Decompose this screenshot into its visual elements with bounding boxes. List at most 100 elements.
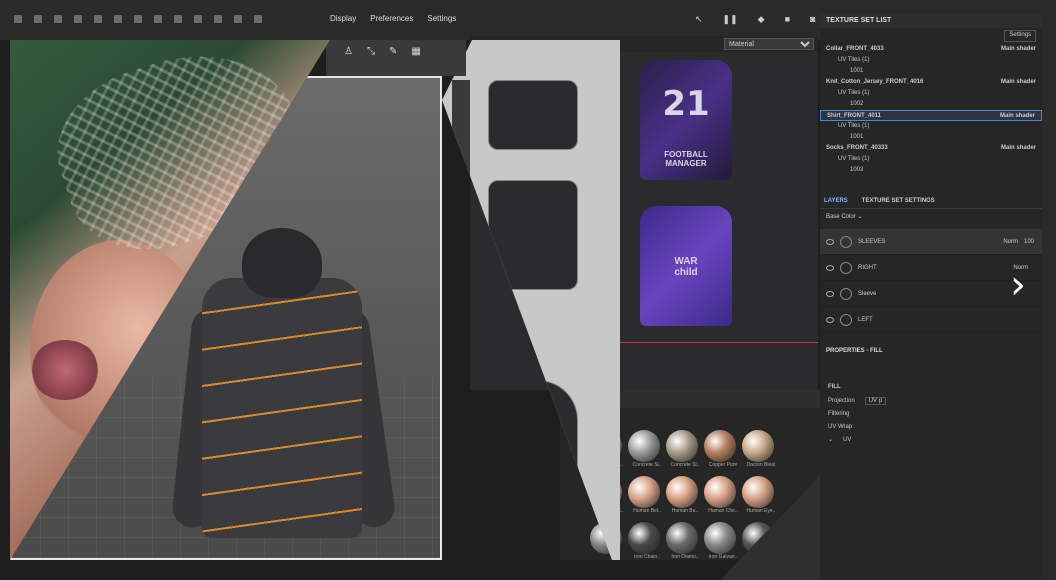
material-swatch[interactable]: Iron Chain.. (628, 522, 666, 562)
material-swatch[interactable]: Concrete Si.. (666, 430, 704, 470)
material-ball (666, 476, 698, 508)
right-icon-strip (1042, 14, 1056, 580)
eye-icon[interactable] (826, 290, 834, 297)
align-icon[interactable] (34, 15, 42, 23)
grid-icon[interactable]: ▦ (411, 46, 420, 70)
tab-layers[interactable]: LAYERS (824, 198, 848, 204)
menu-preferences[interactable]: Preferences (370, 14, 413, 23)
avatar-icon[interactable]: ♙ (344, 46, 353, 70)
eye-icon[interactable] (826, 264, 834, 271)
pin-icon[interactable]: ✎ (389, 46, 397, 70)
pattern-toolbar (452, 80, 470, 560)
texture-set-row[interactable]: 1003 (820, 165, 1042, 176)
align-icon[interactable] (174, 15, 182, 23)
texture-set-row[interactable]: 1001 (820, 132, 1042, 143)
hoodie-model[interactable] (170, 228, 398, 548)
camera-icon[interactable]: ■ (785, 14, 790, 25)
material-label: Dacron Bleat (746, 462, 776, 468)
material-swatch[interactable]: Human Che.. (704, 476, 742, 516)
material-label: Human Bel.. (633, 508, 661, 514)
align-icon[interactable] (134, 15, 142, 23)
eye-icon[interactable] (826, 238, 834, 245)
tab-texture-set-settings[interactable]: TEXTURE SET SETTINGS (862, 198, 935, 204)
layers-tabs: LAYERS TEXTURE SET SETTINGS (820, 194, 1042, 209)
layer-thumbnail (840, 261, 852, 274)
align-icon[interactable] (154, 15, 162, 23)
align-icon[interactable] (234, 15, 242, 23)
texture-set-list-title: TEXTURE SET LIST (820, 14, 1042, 28)
menu-settings[interactable]: Settings (427, 14, 456, 23)
material-ball (704, 522, 736, 554)
texture-set-row[interactable]: Shirt_FRONT_4011 Main shader (820, 110, 1042, 121)
material-swatch[interactable]: Iron Galvan.. (704, 522, 742, 562)
pattern-2d-view[interactable] (442, 40, 620, 560)
layer-name: RIGHT (858, 264, 877, 271)
layer-row[interactable]: Sleeve (820, 281, 1042, 307)
menu-display[interactable]: Display (330, 14, 356, 23)
texture-set-name: Collar_FRONT_4033 (826, 46, 884, 52)
texture-set-row[interactable]: UV Tiles (1) (820, 154, 1042, 165)
pause-icon[interactable]: ❚❚ (723, 14, 738, 25)
material-swatch[interactable]: Human Bel.. (628, 476, 666, 516)
material-swatch[interactable]: Human Eye.. (742, 476, 780, 516)
align-icon[interactable] (74, 15, 82, 23)
layer-row[interactable]: LEFT (820, 307, 1042, 333)
fill-section: FILL (828, 384, 841, 390)
texture-set-name: 1002 (850, 101, 864, 107)
layer-row[interactable]: SLEEVES Norm 100 (820, 229, 1042, 255)
right-panel: TEXTURE SET LIST Settings Collar_FRONT_4… (820, 14, 1042, 580)
pattern-piece[interactable] (488, 80, 578, 150)
texture-set-row[interactable]: 1002 (820, 99, 1042, 110)
properties-icons (820, 358, 1042, 380)
texture-set-name: 1003 (850, 167, 864, 173)
layer-name: Sleeve (858, 290, 877, 297)
material-swatch[interactable]: Concrete Si.. (628, 430, 666, 470)
settings-dropdown[interactable]: Settings (1004, 30, 1036, 42)
pointer-icon[interactable]: ↖ (695, 14, 703, 25)
material-label: Copper Pure (708, 462, 738, 468)
align-icon[interactable] (14, 15, 22, 23)
layer-row[interactable]: RIGHT Norm (820, 255, 1042, 281)
material-swatch[interactable]: Dacron Bleat (742, 430, 780, 470)
projection-row[interactable]: Projection UV p (820, 394, 1042, 407)
uv-row[interactable]: ⌄ UV (820, 433, 1042, 446)
material-ball (666, 522, 698, 554)
channel-select[interactable]: Base Color ⌄ (820, 209, 1042, 229)
texture-set-row[interactable]: UV Tiles (1) (820, 88, 1042, 99)
texture-set-row[interactable]: Socks_FRONT_40333 Main shader (820, 143, 1042, 154)
texture-set-row[interactable]: 1001 (820, 66, 1042, 77)
material-swatch[interactable]: Copper Pure (704, 430, 742, 470)
layer-name: SLEEVES (858, 238, 886, 245)
texture-set-name: 1001 (850, 68, 864, 74)
blend-mode[interactable]: Norm (1003, 239, 1018, 245)
jersey-brand: FOOTBALL MANAGER (664, 150, 708, 168)
align-icon[interactable] (214, 15, 222, 23)
texture-set-toolbar: Settings (820, 28, 1042, 44)
material-ball (742, 430, 774, 462)
align-icon[interactable] (114, 15, 122, 23)
texture-set-name: UV Tiles (1) (838, 90, 870, 96)
eye-icon[interactable] (826, 316, 834, 323)
texture-set-row[interactable]: UV Tiles (1) (820, 55, 1042, 66)
3d-toolbar: ♙ ⤡ ✎ ▦ (326, 40, 466, 76)
align-icon[interactable] (254, 15, 262, 23)
texture-set-row[interactable]: UV Tiles (1) (820, 121, 1042, 132)
texture-set-row[interactable]: Collar_FRONT_4033 Main shader (820, 44, 1042, 55)
material-swatch[interactable]: Iron Diamo.. (666, 522, 704, 562)
align-icon[interactable] (94, 15, 102, 23)
material-select[interactable]: Material (724, 38, 814, 50)
cube-icon[interactable]: ◆ (758, 14, 765, 25)
layer-opacity[interactable]: 100 (1024, 239, 1042, 245)
filtering-row[interactable]: Filtering (820, 407, 1042, 420)
uvwrap-row[interactable]: UV Wrap (820, 420, 1042, 433)
texture-set-row[interactable]: Knit_Cotton_Jersey_FRONT_4016 Main shader (820, 77, 1042, 88)
chevron-right-icon[interactable]: › (1010, 262, 1026, 308)
measure-icon[interactable]: ⤡ (367, 46, 375, 70)
screenshot-icon[interactable]: ◙ (810, 14, 815, 25)
align-icon[interactable] (194, 15, 202, 23)
align-icon[interactable] (54, 15, 62, 23)
layer-list: SLEEVES Norm 100 RIGHT Norm Sleeve LEFT (820, 229, 1042, 333)
material-swatch[interactable]: Human Bu.. (666, 476, 704, 516)
properties-panel: PROPERTIES - FILL FILL Projection UV p Fi… (820, 344, 1042, 446)
shader-label: Main shader (999, 113, 1035, 119)
